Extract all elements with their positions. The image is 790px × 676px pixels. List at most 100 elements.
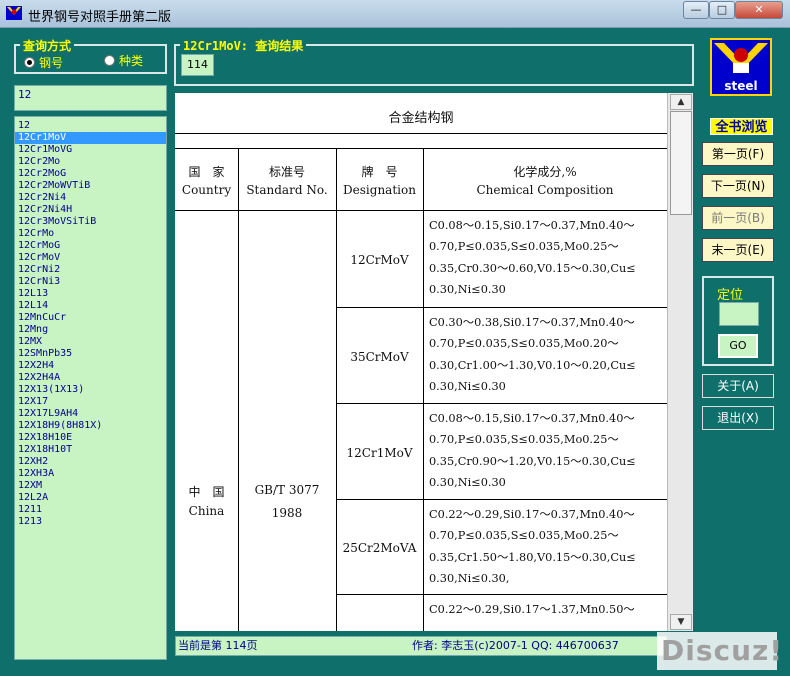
row-divider (336, 499, 667, 500)
radio-type-dot[interactable] (104, 55, 115, 66)
grade-cell: 25Cr2MoVA (342, 541, 417, 555)
chem-line: 0.30,Ni≤0.30, (429, 571, 510, 585)
list-item[interactable]: 12Cr1MoVG (15, 144, 166, 156)
row-divider (336, 307, 667, 308)
locate-label: 定位 (717, 288, 744, 303)
list-item[interactable]: 12Cr2MoWVTiB (15, 180, 166, 192)
first-page-button[interactable]: 第一页(F) (702, 142, 774, 166)
status-page: 当前是第 114页 (178, 639, 258, 652)
list-item[interactable]: 12X18H9(8H81X) (15, 420, 166, 432)
about-button[interactable]: 关于(A) (702, 374, 774, 398)
chem-line: C0.08～0.15,Si0.17～0.37,Mn0.40～ (429, 219, 635, 232)
chem-cell: C0.08～0.15,Si0.17～0.37,Mn0.40～ 0.70,P≤0.… (429, 215, 661, 300)
status-author: 作者: 李志玉(c)2007-1 QQ: 446700637 (412, 639, 619, 652)
chem-cell: C0.08～0.15,Si0.17～0.37,Mn0.40～ 0.70,P≤0.… (429, 408, 661, 493)
header-country-cn: 国 家 (188, 165, 225, 179)
list-item[interactable]: 12CrMoG (15, 240, 166, 252)
col-divider (336, 148, 337, 631)
chem-line: C0.22～0.29,Si0.17～1.37,Mn0.50～ (429, 603, 635, 616)
list-item[interactable]: 12CrNi3 (15, 276, 166, 288)
list-item[interactable]: 12X13(1X13) (15, 384, 166, 396)
header-chem-cn: 化学成分,% (513, 165, 577, 179)
col-divider (423, 148, 424, 631)
chem-line: C0.22～0.29,Si0.17～0.37,Mn0.40～ (429, 508, 635, 521)
list-item[interactable]: 12Cr2Ni4 (15, 192, 166, 204)
list-item[interactable]: 12L14 (15, 300, 166, 312)
list-item[interactable]: 12X18H10T (15, 444, 166, 456)
list-item[interactable]: 12CrMo (15, 228, 166, 240)
doc-scrollbar[interactable]: ▲ ▼ (667, 93, 693, 631)
list-item[interactable]: 12 (15, 120, 166, 132)
list-item[interactable]: 12X2H4 (15, 360, 166, 372)
list-item[interactable]: 1211 (15, 504, 166, 516)
scroll-down-icon[interactable]: ▼ (670, 614, 692, 630)
locate-input[interactable] (719, 302, 759, 326)
locate-group: 定位 GO (702, 276, 774, 366)
list-item[interactable]: 12X18H10E (15, 432, 166, 444)
list-item[interactable]: 12L13 (15, 288, 166, 300)
page-number-box: 114 (181, 54, 214, 76)
country-cn: 中 国 (188, 485, 225, 499)
radio-steel-dot[interactable] (24, 57, 35, 68)
next-page-button[interactable]: 下一页(N) (702, 174, 774, 198)
list-item[interactable]: 12X17 (15, 396, 166, 408)
list-item[interactable]: 12MnCuCr (15, 312, 166, 324)
prev-page-button[interactable]: 前一页(B) (702, 206, 774, 230)
header-country-en: Country (181, 183, 232, 197)
list-item[interactable]: 12X17L9AH4 (15, 408, 166, 420)
query-mode-title: 查询方式 (20, 37, 75, 54)
list-item[interactable]: 12XM (15, 480, 166, 492)
list-item[interactable]: 12CrMoV (15, 252, 166, 264)
book-browse-title: 全书浏览 (710, 118, 773, 135)
steel-list[interactable]: 12 12Cr1MoV 12Cr1MoVG 12Cr2Mo 12Cr2MoG 12Cr2M… (14, 116, 167, 660)
list-item[interactable]: 12CrNi2 (15, 264, 166, 276)
doc-heading: 合金结构钢 (388, 111, 454, 126)
list-item[interactable]: 12Cr2Ni4H (15, 204, 166, 216)
status-bar: 当前是第 114页 作者: 李志玉(c)2007-1 QQ: 446700637 (175, 636, 667, 656)
list-item[interactable]: 12XH3A (15, 468, 166, 480)
maximize-button[interactable]: □ (709, 1, 735, 19)
rule (175, 133, 667, 134)
radio-type-label: 种类 (119, 54, 144, 68)
header-chem-en: Chemical Composition (476, 183, 614, 197)
list-item[interactable]: 12Cr3MoVSiTiB (15, 216, 166, 228)
minimize-button[interactable]: — (683, 1, 709, 19)
last-page-button[interactable]: 末一页(E) (702, 238, 774, 262)
radio-steel-label: 钢号 (39, 56, 64, 70)
list-item[interactable]: 12Cr1MoV (15, 132, 166, 144)
list-item[interactable]: 12L2A (15, 492, 166, 504)
chem-line: 0.30,Ni≤0.30 (429, 282, 506, 296)
close-button[interactable]: ✕ (735, 1, 783, 19)
header-std-en: Standard No. (246, 183, 328, 197)
document-view: 合金结构钢 国 家 Country 标准号 Standard No. 牌 号 D… (175, 93, 667, 631)
list-item[interactable]: 12MX (15, 336, 166, 348)
rule (175, 148, 667, 149)
list-item[interactable]: 12SMnPb35 (15, 348, 166, 360)
watermark: Discuz! (657, 632, 782, 670)
header-grade-en: Designation (343, 183, 416, 197)
list-item[interactable]: 12X2H4A (15, 372, 166, 384)
header-std-cn: 标准号 (268, 165, 305, 179)
chem-line: 0.70,P≤0.035,S≤0.035,Mo0.25～ (429, 529, 619, 543)
list-item[interactable]: 12Mng (15, 324, 166, 336)
exit-button[interactable]: 退出(X) (702, 406, 774, 430)
standard-line-1: GB/T 3077 (254, 483, 320, 497)
list-item[interactable]: 12Cr2Mo (15, 156, 166, 168)
chem-cell: C0.22～0.29,Si0.17～1.37,Mn0.50～ (429, 599, 661, 620)
list-item[interactable]: 12Cr2MoG (15, 168, 166, 180)
chem-line: 0.30,Ni≤0.30 (429, 379, 506, 393)
scroll-thumb[interactable] (670, 111, 692, 215)
list-item[interactable]: 12XH2 (15, 456, 166, 468)
chem-line: 0.30,Ni≤0.30 (429, 475, 506, 489)
scroll-up-icon[interactable]: ▲ (670, 94, 692, 110)
radio-type[interactable]: 种类 (104, 52, 143, 69)
list-item[interactable]: 1213 (15, 516, 166, 528)
chem-line: 0.70,P≤0.035,S≤0.035,Mo0.25～ (429, 433, 619, 447)
radio-steel-number[interactable]: 钢号 (24, 54, 63, 71)
search-input[interactable]: 12 (14, 85, 167, 111)
go-button[interactable]: GO (718, 334, 758, 358)
chem-line: 0.35,Cr0.30～0.60,V0.15～0.30,Cu≤ (429, 261, 636, 275)
standard-line-2: 1988 (271, 506, 303, 520)
grade-cell: 12Cr1MoV (346, 446, 413, 460)
chem-line: 0.35,Cr1.50～1.80,V0.15～0.30,Cu≤ (429, 550, 636, 564)
